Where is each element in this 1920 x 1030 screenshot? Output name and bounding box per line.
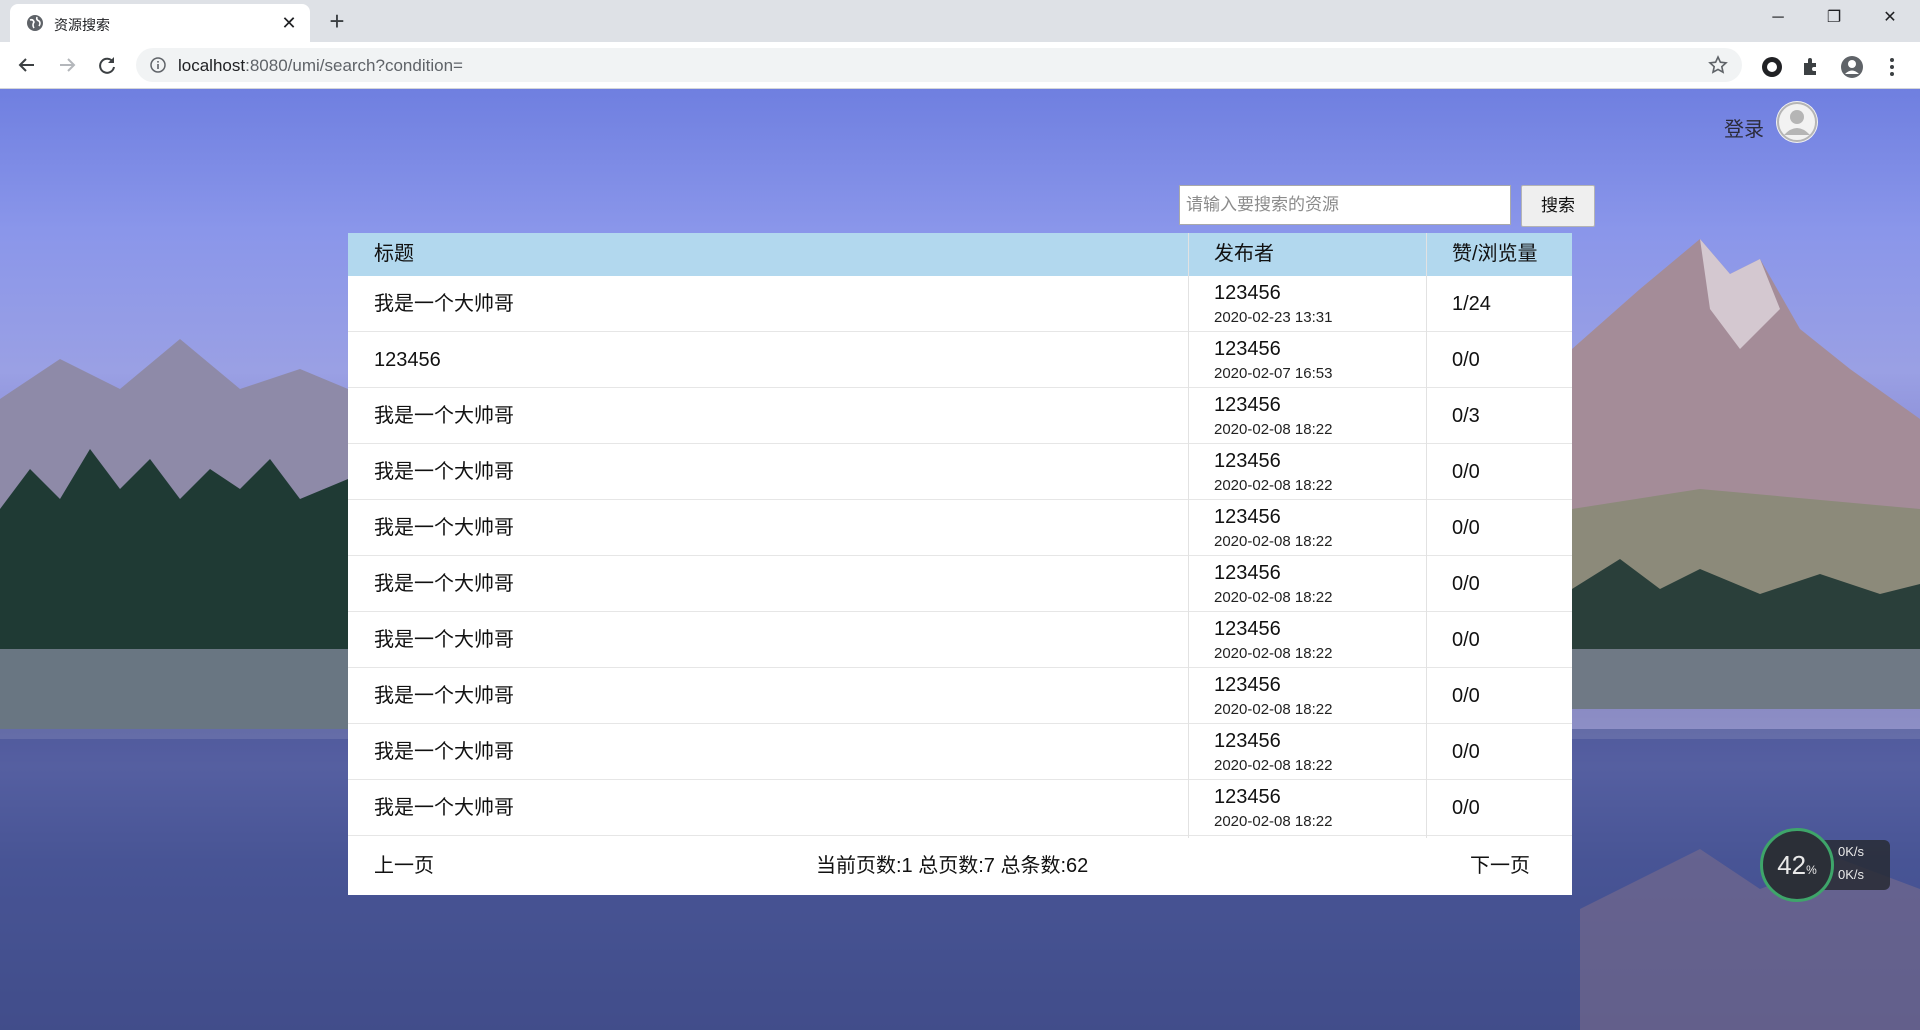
profile-icon[interactable] [1840, 55, 1864, 79]
usage-percent: 42 [1777, 850, 1807, 880]
url-host: localhost [178, 56, 246, 75]
row-publisher: 123456 [1214, 282, 1281, 304]
avatar-silhouette-icon [1777, 102, 1817, 142]
globe-icon [27, 15, 43, 31]
table-header: 标题 发布者 赞/浏览量 [348, 233, 1572, 276]
row-publisher: 123456 [1214, 562, 1281, 584]
minimize-button[interactable]: ─ [1750, 0, 1806, 36]
row-date: 2020-02-23 13:31 [1214, 309, 1333, 326]
url-text[interactable]: localhost:8080/umi/search?condition= [178, 56, 463, 76]
row-publisher: 123456 [1214, 730, 1281, 752]
row-stats: 0/0 [1452, 461, 1480, 483]
forward-button[interactable] [52, 50, 82, 80]
column-divider [1426, 233, 1427, 838]
row-date: 2020-02-08 18:22 [1214, 421, 1333, 438]
table-row[interactable]: 我是一个大帅哥 123456 2020-02-23 13:31 1/24 [348, 276, 1572, 332]
new-tab-button[interactable]: + [322, 7, 352, 37]
table-row[interactable]: 123456 123456 2020-02-07 16:53 0/0 [348, 332, 1572, 388]
browser-tab[interactable]: 资源搜索 ✕ [10, 4, 310, 42]
network-monitor-widget[interactable]: ↑ 0K/s ↓ 0K/s 42% [1760, 828, 1890, 902]
table-row[interactable]: 我是一个大帅哥 123456 2020-02-08 18:22 0/0 [348, 612, 1572, 668]
reload-button[interactable] [92, 50, 122, 80]
browser-toolbar: localhost:8080/umi/search?condition= [0, 42, 1920, 89]
row-stats: 1/24 [1452, 293, 1491, 315]
browser-tab-strip: 资源搜索 ✕ + ─ ❐ ✕ [0, 0, 1920, 42]
row-date: 2020-02-08 18:22 [1214, 757, 1333, 774]
row-stats: 0/0 [1452, 629, 1480, 651]
row-title[interactable]: 我是一个大帅哥 [374, 668, 514, 724]
close-window-button[interactable]: ✕ [1862, 0, 1918, 36]
column-header-publisher: 发布者 [1214, 243, 1274, 265]
row-date: 2020-02-07 16:53 [1214, 365, 1333, 382]
row-title[interactable]: 我是一个大帅哥 [374, 724, 514, 780]
row-stats: 0/0 [1452, 517, 1480, 539]
page-info: 当前页数:1 总页数:7 总条数:62 [816, 855, 1089, 877]
tab-close-icon[interactable]: ✕ [278, 12, 300, 34]
search-input[interactable] [1179, 185, 1511, 225]
row-date: 2020-02-08 18:22 [1214, 477, 1333, 494]
row-title[interactable]: 我是一个大帅哥 [374, 780, 514, 836]
user-avatar-icon[interactable] [1776, 101, 1818, 143]
restore-button[interactable]: ❐ [1806, 0, 1862, 36]
address-bar[interactable]: localhost:8080/umi/search?condition= [136, 48, 1742, 82]
row-stats: 0/0 [1452, 573, 1480, 595]
row-stats: 0/0 [1452, 797, 1480, 819]
arrow-right-icon [60, 58, 76, 72]
row-title[interactable]: 我是一个大帅哥 [374, 612, 514, 668]
row-stats: 0/0 [1452, 349, 1480, 371]
row-date: 2020-02-08 18:22 [1214, 533, 1333, 550]
row-publisher: 123456 [1214, 450, 1281, 472]
row-title[interactable]: 123456 [374, 332, 441, 388]
upload-speed: 0K/s [1838, 844, 1865, 859]
arrow-left-icon [18, 58, 34, 72]
row-publisher: 123456 [1214, 506, 1281, 528]
row-title[interactable]: 我是一个大帅哥 [374, 276, 514, 332]
url-path: :8080/umi/search?condition= [245, 56, 463, 75]
results-table: 标题 发布者 赞/浏览量 我是一个大帅哥 123456 2020-02-23 13:… [348, 233, 1572, 895]
tab-title: 资源搜索 [54, 17, 110, 33]
search-button[interactable]: 搜索 [1521, 185, 1595, 227]
row-title[interactable]: 我是一个大帅哥 [374, 556, 514, 612]
next-page-button[interactable]: 下一页 [1470, 838, 1530, 895]
row-title[interactable]: 我是一个大帅哥 [374, 388, 514, 444]
row-stats: 0/0 [1452, 741, 1480, 763]
table-row[interactable]: 我是一个大帅哥 123456 2020-02-08 18:22 0/0 [348, 556, 1572, 612]
row-date: 2020-02-08 18:22 [1214, 645, 1333, 662]
table-row[interactable]: 我是一个大帅哥 123456 2020-02-08 18:22 0/0 [348, 668, 1572, 724]
usage-percent-unit: % [1806, 863, 1817, 877]
table-row[interactable]: 我是一个大帅哥 123456 2020-02-08 18:22 0/0 [348, 780, 1572, 836]
extension-circle-icon[interactable] [1760, 55, 1784, 79]
reload-icon [99, 57, 115, 74]
row-stats: 0/0 [1452, 685, 1480, 707]
puzzle-icon[interactable] [1800, 55, 1824, 79]
column-divider [1188, 233, 1189, 838]
download-speed: 0K/s [1838, 867, 1865, 882]
row-publisher: 123456 [1214, 674, 1281, 696]
row-title[interactable]: 我是一个大帅哥 [374, 444, 514, 500]
prev-page-button[interactable]: 上一页 [374, 838, 434, 895]
table-row[interactable]: 我是一个大帅哥 123456 2020-02-08 18:22 0/0 [348, 724, 1572, 780]
row-publisher: 123456 [1214, 338, 1281, 360]
row-date: 2020-02-08 18:22 [1214, 589, 1333, 606]
row-publisher: 123456 [1214, 786, 1281, 808]
row-stats: 0/3 [1452, 405, 1480, 427]
star-icon[interactable] [1708, 55, 1728, 75]
table-row[interactable]: 我是一个大帅哥 123456 2020-02-08 18:22 0/0 [348, 444, 1572, 500]
row-title[interactable]: 我是一个大帅哥 [374, 500, 514, 556]
row-date: 2020-02-08 18:22 [1214, 701, 1333, 718]
back-button[interactable] [12, 50, 42, 80]
page-body: 登录 搜索 标题 发布者 赞/浏览量 我是一个大帅哥1234562020-02-… [0, 89, 1920, 1030]
table-row[interactable]: 我是一个大帅哥 123456 2020-02-08 18:22 0/3 [348, 388, 1572, 444]
row-date: 2020-02-08 18:22 [1214, 813, 1333, 830]
row-publisher: 123456 [1214, 394, 1281, 416]
login-link[interactable]: 登录 [1724, 113, 1764, 142]
pagination: 上一页 当前页数:1 总页数:7 总条数:62 下一页 [348, 838, 1572, 895]
cpu-usage-gauge: 42% [1760, 828, 1834, 902]
column-header-title: 标题 [374, 243, 414, 265]
info-icon[interactable] [150, 57, 166, 73]
table-row[interactable]: 我是一个大帅哥 123456 2020-02-08 18:22 0/0 [348, 500, 1572, 556]
row-publisher: 123456 [1214, 618, 1281, 640]
column-header-stats: 赞/浏览量 [1452, 243, 1538, 265]
more-menu-icon[interactable] [1880, 55, 1904, 79]
